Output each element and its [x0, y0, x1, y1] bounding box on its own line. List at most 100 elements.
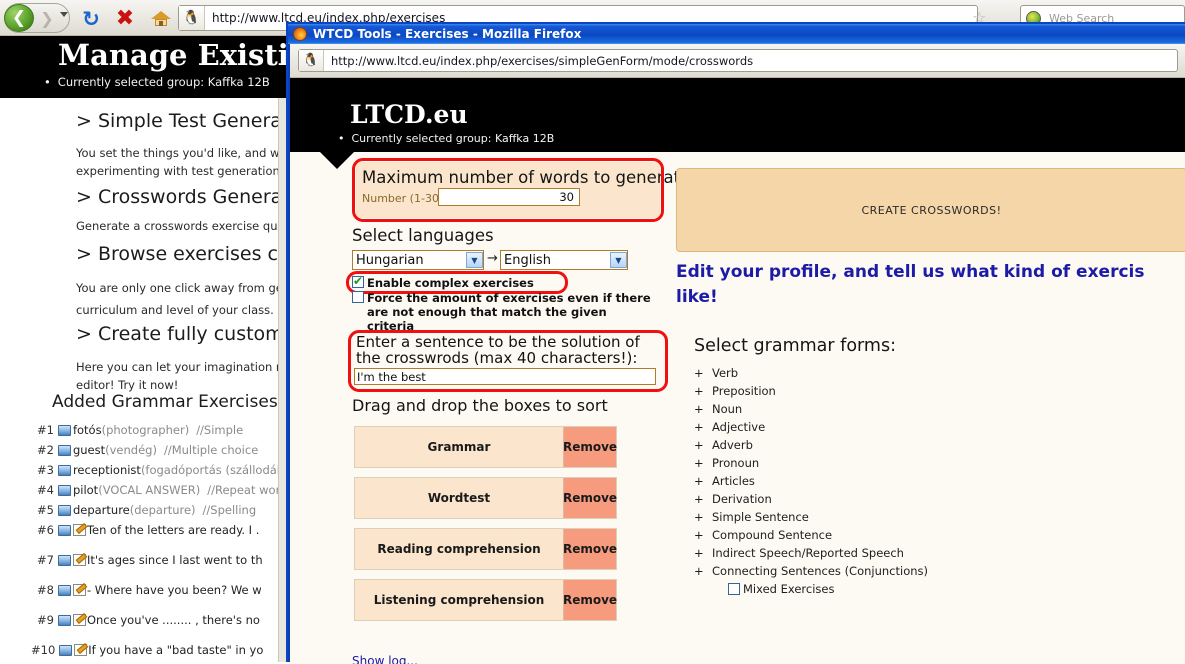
- forward-arrow-icon[interactable]: ❯: [34, 5, 60, 31]
- exercise-translation: (vendég): [105, 443, 157, 457]
- list-item[interactable]: #2 guest (vendég) //Multiple choice: [37, 443, 258, 457]
- list-item[interactable]: #4 pilot (VOCAL ANSWER) //Repeat word: [37, 483, 287, 497]
- background-scrollbar[interactable]: [278, 98, 286, 662]
- grammar-form-verb[interactable]: + Verb: [694, 366, 738, 380]
- list-item[interactable]: #3 receptionist (fogadóportás (szállodáb…: [37, 463, 298, 477]
- bg-added-exercises-heading: Added Grammar Exercises:: [52, 392, 284, 412]
- exercise-note: //Multiple choice: [163, 443, 259, 457]
- list-item[interactable]: #5 departure (departure) //Spelling: [37, 503, 256, 517]
- exercise-word: Ten of the letters are ready. I .: [86, 523, 260, 537]
- list-item[interactable]: #7 It's ages since I last went to th: [37, 553, 263, 567]
- list-item[interactable]: #10 If you have a "bad taste" in yo: [31, 643, 263, 657]
- stop-icon[interactable]: ✖: [112, 6, 138, 31]
- home-icon[interactable]: [148, 6, 174, 31]
- edit-pencil-icon: [72, 584, 86, 596]
- max-words-input[interactable]: [438, 188, 580, 206]
- grammar-form-derivation[interactable]: + Derivation: [694, 492, 772, 506]
- dialog-url-bar[interactable]: 🐧 http://www.ltcd.eu/index.php/exercises…: [298, 49, 1178, 72]
- expand-plus-icon[interactable]: +: [694, 402, 712, 416]
- exercise-word: If you have a "bad taste" in yo: [88, 643, 264, 657]
- exercise-number: #8: [37, 583, 54, 597]
- exercise-note: //Repeat word: [207, 483, 288, 497]
- grammar-form-adjective[interactable]: + Adjective: [694, 420, 765, 434]
- exercise-number: #2: [37, 443, 54, 457]
- expand-plus-icon[interactable]: +: [694, 474, 712, 488]
- dialog-chrome: 🐧 http://www.ltcd.eu/index.php/exercises…: [290, 44, 1185, 78]
- expand-plus-icon[interactable]: +: [694, 492, 712, 506]
- grammar-form-pronoun[interactable]: + Pronoun: [694, 456, 759, 470]
- exercise-word: It's ages since I last went to th: [86, 553, 263, 567]
- enable-complex-exercises-checkbox-row[interactable]: Enable complex exercises: [352, 274, 534, 290]
- checkbox-unchecked-icon[interactable]: [728, 583, 740, 595]
- max-words-title: Maximum number of words to generate: [362, 168, 691, 187]
- language-to-select[interactable]: EnglishHungarianGerman: [500, 250, 628, 270]
- drag-drop-label: Reading comprehension: [377, 542, 541, 556]
- reload-icon[interactable]: ↻: [78, 6, 104, 31]
- mixed-exercises-checkbox-row[interactable]: Mixed Exercises: [728, 582, 834, 596]
- ltcd-logo: LTCD.eu: [350, 100, 468, 129]
- chevron-down-icon[interactable]: [60, 12, 68, 17]
- sentence-input[interactable]: [354, 368, 656, 385]
- list-item[interactable]: #8 - Where have you been? We w: [37, 583, 262, 597]
- expand-plus-icon[interactable]: +: [694, 546, 712, 560]
- list-item[interactable]: #1 fotós (photographer) //Simple: [37, 423, 243, 437]
- monitor-icon: [57, 424, 71, 436]
- remove-button[interactable]: Remove: [563, 478, 617, 518]
- grammar-form-simple-sentence[interactable]: + Simple Sentence: [694, 510, 809, 524]
- monitor-icon: [57, 484, 71, 496]
- exercise-number: #7: [37, 553, 54, 567]
- checkbox-checked-icon[interactable]: [352, 274, 364, 288]
- edit-profile-link[interactable]: Edit your profile, and tell us what kind…: [676, 260, 1185, 310]
- exercise-number: #1: [37, 423, 54, 437]
- grammar-form-noun[interactable]: + Noun: [694, 402, 742, 416]
- checkbox-unchecked-icon[interactable]: [352, 291, 364, 303]
- expand-plus-icon[interactable]: +: [694, 438, 712, 452]
- expand-plus-icon[interactable]: +: [694, 384, 712, 398]
- bg-section-body-0b: experimenting with test generation!: [76, 164, 285, 178]
- language-arrow-separator: →: [487, 251, 498, 266]
- expand-plus-icon[interactable]: +: [694, 528, 712, 542]
- drag-drop-item[interactable]: Listening comprehension Remove: [354, 579, 617, 621]
- grammar-form-label: Derivation: [712, 492, 772, 506]
- create-crosswords-button[interactable]: CREATE CROSSWORDS!: [676, 168, 1185, 252]
- force-amount-checkbox-row[interactable]: Force the amount of exercises even if th…: [352, 291, 652, 333]
- drag-drop-item[interactable]: Wordtest Remove: [354, 477, 617, 519]
- expand-plus-icon[interactable]: +: [694, 420, 712, 434]
- grammar-form-connecting-sentences[interactable]: + Connecting Sentences (Conjunctions): [694, 564, 928, 578]
- dialog-page-content: LTCD.eu Currently selected group: Kaffka…: [290, 78, 1185, 664]
- remove-button[interactable]: Remove: [563, 427, 617, 467]
- exercise-number: #6: [37, 523, 54, 537]
- grammar-form-label: Simple Sentence: [712, 510, 809, 524]
- expand-plus-icon[interactable]: +: [694, 510, 712, 524]
- grammar-form-compound-sentence[interactable]: + Compound Sentence: [694, 528, 832, 542]
- grammar-form-articles[interactable]: + Articles: [694, 474, 755, 488]
- exercise-word: receptionist: [72, 463, 141, 477]
- grammar-form-label: Compound Sentence: [712, 528, 833, 542]
- drag-drop-item[interactable]: Reading comprehension Remove: [354, 528, 617, 570]
- bg-section-body-3b: editor! Try it now!: [76, 378, 179, 392]
- grammar-form-label: Connecting Sentences (Conjunctions): [712, 564, 929, 578]
- grammar-form-indirect-speech[interactable]: + Indirect Speech/Reported Speech: [694, 546, 904, 560]
- back-arrow-icon[interactable]: ❮: [4, 4, 34, 32]
- list-item[interactable]: #6 Ten of the letters are ready. I .: [37, 523, 259, 537]
- max-words-label: Number (1-30):: [362, 192, 447, 205]
- grammar-form-adverb[interactable]: + Adverb: [694, 438, 753, 452]
- drag-drop-item[interactable]: Grammar Remove: [354, 426, 617, 468]
- monitor-icon: [57, 614, 71, 626]
- grammar-form-preposition[interactable]: + Preposition: [694, 384, 776, 398]
- language-from-select[interactable]: HungarianEnglishGerman: [352, 250, 484, 270]
- show-log-link[interactable]: Show log...: [352, 654, 418, 664]
- remove-button[interactable]: Remove: [563, 580, 617, 620]
- background-selected-group: Currently selected group: Kaffka 12B: [44, 75, 270, 89]
- list-item[interactable]: #9 Once you've ........ , there's no: [37, 613, 260, 627]
- exercise-word: guest: [72, 443, 106, 457]
- expand-plus-icon[interactable]: +: [694, 564, 712, 578]
- expand-plus-icon[interactable]: +: [694, 366, 712, 380]
- force-amount-label: Force the amount of exercises even if th…: [367, 291, 651, 333]
- drag-drop-title: Drag and drop the boxes to sort: [352, 396, 608, 415]
- header-notch-decoration: [320, 152, 354, 169]
- remove-button[interactable]: Remove: [563, 529, 617, 569]
- grammar-form-label: Adjective: [712, 420, 766, 434]
- dialog-titlebar[interactable]: WTCD Tools - Exercises - Mozilla Firefox: [288, 24, 1185, 44]
- expand-plus-icon[interactable]: +: [694, 456, 712, 470]
